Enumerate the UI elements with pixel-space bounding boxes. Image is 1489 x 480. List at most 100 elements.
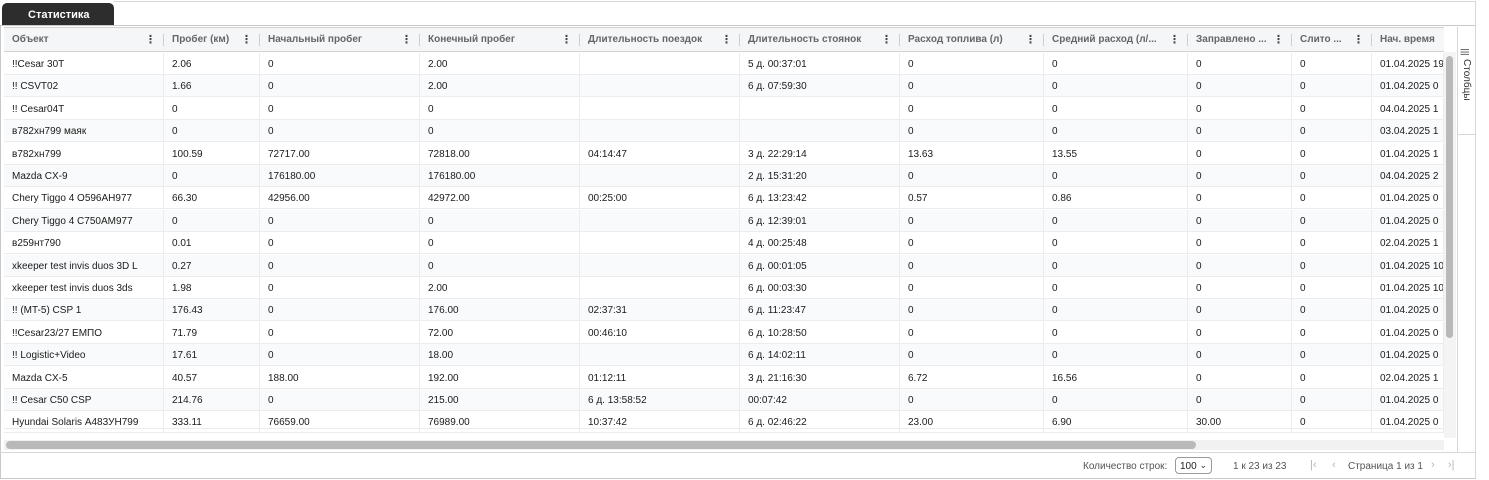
table-row[interactable]: xkeeper test invis duos 3ds 1.98 0 2.00 6 д.… <box>4 277 1444 299</box>
rows-per-page-value: 100 <box>1180 461 1197 472</box>
column-header-trip-duration[interactable]: Длительность поездок ⋮ <box>580 28 740 52</box>
column-resize-handle[interactable] <box>1291 34 1292 46</box>
cell-mileage: 214.76 <box>164 389 260 411</box>
cell-trip-duration <box>580 277 740 299</box>
cell-start-time: 01.04.2025 0 <box>1372 187 1444 210</box>
previous-page-icon[interactable]: ‹ <box>1332 459 1336 471</box>
rows-per-page-select[interactable]: 100 ⌄ <box>1175 457 1212 474</box>
cell-mileage: 71.79 <box>164 321 260 344</box>
cell-drained: 0 <box>1292 277 1372 299</box>
cell-refueled: 0 <box>1188 97 1292 120</box>
column-header-stop-duration[interactable]: Длительность стоянок ⋮ <box>740 28 900 52</box>
table-row[interactable]: !! Cesar04T 0 0 0 0 0 0 0 04.04.2025 1 <box>4 97 1444 120</box>
column-resize-handle[interactable] <box>579 34 580 46</box>
column-header-start-time[interactable]: Нач. время <box>1372 28 1444 52</box>
cell-start-mileage: 0 <box>260 299 420 322</box>
column-header-avg-consumption[interactable]: Средний расход (л/... ⋮ <box>1044 28 1188 52</box>
table-row[interactable]: в259нт790 0.01 0 0 4 д. 00:25:48 0 0 0 0 02.04.20… <box>4 232 1444 255</box>
column-header-drained[interactable]: Слито ... ⋮ <box>1292 28 1372 52</box>
tab-statistics[interactable]: Статистика <box>2 3 114 26</box>
cell-object: в259нт790 <box>4 232 164 255</box>
column-menu-icon[interactable]: ⋮ <box>1273 33 1284 46</box>
cell-start-mileage: 42956.00 <box>260 187 420 210</box>
table-row[interactable]: !! Logistic+Video 17.61 0 18.00 6 д. 14:02:1… <box>4 344 1444 367</box>
column-menu-icon[interactable]: ⋮ <box>1353 33 1364 46</box>
cell-stop-duration <box>740 97 900 120</box>
column-menu-icon[interactable]: ⋮ <box>561 33 572 46</box>
first-page-icon[interactable]: |‹ <box>1310 459 1317 471</box>
column-resize-handle[interactable] <box>899 34 900 46</box>
cell-avg-consumption: 0 <box>1044 389 1188 411</box>
last-page-icon[interactable]: ›| <box>1448 459 1455 471</box>
side-panel: ||| Столбцы <box>1457 27 1475 452</box>
column-header-end-mileage[interactable]: Конечный пробег ⋮ <box>420 28 580 52</box>
column-resize-handle[interactable] <box>1187 34 1188 46</box>
cell-object: !! Logistic+Video <box>4 344 164 367</box>
cell-avg-consumption: 0 <box>1044 75 1188 98</box>
column-header-start-mileage[interactable]: Начальный пробег ⋮ <box>260 28 420 52</box>
cell-fuel-consumption: 0 <box>900 277 1044 299</box>
table-row[interactable]: в782хн799 маяк 0 0 0 0 0 0 0 03.04.2025 1 <box>4 120 1444 143</box>
vertical-scrollbar[interactable] <box>1444 52 1456 438</box>
column-menu-icon[interactable]: ⋮ <box>1169 33 1180 46</box>
cell-object: в782хн799 <box>4 142 164 165</box>
table-row[interactable]: Chery Tiggo 4 С750АМ977 0 0 0 6 д. 12:39:01 0… <box>4 209 1444 232</box>
cell-stop-duration: 6 д. 00:01:05 <box>740 254 900 277</box>
table-row[interactable]: Chery Tiggo 4 О596АН977 66.30 42956.00 4297… <box>4 187 1444 210</box>
table-row[interactable]: Mazda CX-5 40.57 188.00 192.00 01:12:11 3 д. … <box>4 366 1444 389</box>
cell-end-mileage: 0 <box>420 120 580 143</box>
column-menu-icon[interactable]: ⋮ <box>145 33 156 46</box>
next-page-icon[interactable]: › <box>1431 459 1435 471</box>
column-resize-handle[interactable] <box>739 34 740 46</box>
table-row[interactable]: Mazda CX-9 0 176180.00 176180.00 2 д. 15:31:… <box>4 165 1444 187</box>
column-resize-handle[interactable] <box>163 34 164 46</box>
cell-avg-consumption: 0 <box>1044 277 1188 299</box>
column-resize-handle[interactable] <box>1043 34 1044 46</box>
cell-trip-duration <box>580 209 740 232</box>
table-row[interactable]: xkeeper test invis duos 3D L 0.27 0 0 6 д. 0… <box>4 254 1444 277</box>
column-header-object[interactable]: Объект ⋮ <box>4 28 164 52</box>
cell-refueled: 0 <box>1188 53 1292 75</box>
cell-stop-duration: 6 д. 00:03:30 <box>740 277 900 299</box>
cell-trip-duration <box>580 53 740 75</box>
columns-panel-button[interactable]: ||| Столбцы <box>1458 43 1475 135</box>
cell-avg-consumption: 0 <box>1044 254 1188 277</box>
cell-start-mileage: 0 <box>260 321 420 344</box>
column-header-fuel-consumption[interactable]: Расход топлива (л) ⋮ <box>900 28 1044 52</box>
cell-start-time: 04.04.2025 1 <box>1372 97 1444 120</box>
cell-start-mileage: 0 <box>260 232 420 255</box>
column-menu-icon[interactable]: ⋮ <box>721 33 732 46</box>
vertical-scrollbar-thumb[interactable] <box>1446 56 1453 338</box>
column-header-mileage[interactable]: Пробег (км) ⋮ <box>164 28 260 52</box>
column-resize-handle[interactable] <box>1371 34 1372 46</box>
cell-refueled: 0 <box>1188 120 1292 143</box>
table-row[interactable]: !!Cesar23/27 ЕМПО 71.79 0 72.00 00:46:10 6 д.… <box>4 321 1444 344</box>
cell-mileage: 17.61 <box>164 344 260 367</box>
column-resize-handle[interactable] <box>419 34 420 46</box>
column-menu-icon[interactable]: ⋮ <box>401 33 412 46</box>
cell-trip-duration: 6 д. 13:58:52 <box>580 389 740 411</box>
table-row[interactable]: !! CSVT02 1.66 0 2.00 6 д. 07:59:30 0 0 0 0 01.04… <box>4 75 1444 98</box>
cell-object: !!Cesar23/27 ЕМПО <box>4 321 164 344</box>
cell-refueled: 0 <box>1188 299 1292 322</box>
table-row[interactable]: !! (MT-5) CSP 1 176.43 0 176.00 02:37:31 6 д.… <box>4 299 1444 322</box>
table-row[interactable]: !! Cesar C50 CSP 214.76 0 215.00 6 д. 13:58:… <box>4 389 1444 411</box>
column-resize-handle[interactable] <box>259 34 260 46</box>
table-row[interactable]: !!Cesar 30T 2.06 0 2.00 5 д. 00:37:01 0 0 0 0 01.… <box>4 53 1444 75</box>
column-header-refueled[interactable]: Заправлено ... ⋮ <box>1188 28 1292 52</box>
column-menu-icon[interactable]: ⋮ <box>1025 33 1036 46</box>
cell-drained: 0 <box>1292 254 1372 277</box>
cell-trip-duration: 01:12:11 <box>580 366 740 389</box>
table-row[interactable]: в782хн799 100.59 72717.00 72818.00 04:14:47 3… <box>4 142 1444 165</box>
column-menu-icon[interactable]: ⋮ <box>241 33 252 46</box>
column-menu-icon[interactable]: ⋮ <box>881 33 892 46</box>
cell-refueled: 0 <box>1188 254 1292 277</box>
cell-start-mileage: 0 <box>260 209 420 232</box>
horizontal-scrollbar[interactable] <box>4 440 1444 450</box>
cell-start-time: 01.04.2025 0 <box>1372 209 1444 232</box>
cell-mileage: 1.98 <box>164 277 260 299</box>
cell-start-mileage: 188.00 <box>260 366 420 389</box>
horizontal-scrollbar-thumb[interactable] <box>6 441 1196 449</box>
cell-fuel-consumption: 0 <box>900 299 1044 322</box>
cell-fuel-consumption: 0 <box>900 97 1044 120</box>
